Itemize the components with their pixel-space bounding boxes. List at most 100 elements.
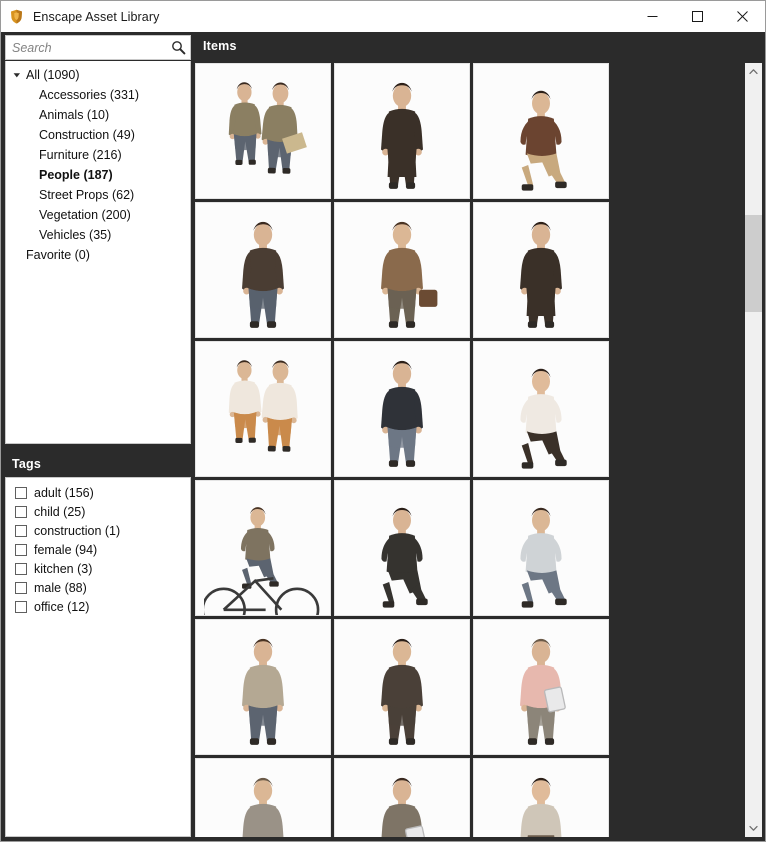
asset-thumbnail	[482, 358, 600, 476]
asset-cell[interactable]	[473, 480, 609, 616]
asset-cell[interactable]	[195, 619, 331, 755]
category-tree[interactable]: All (1090) Accessories (331) Animals (10) C…	[5, 61, 191, 444]
tag-row[interactable]: construction (1)	[6, 521, 190, 540]
tag-label: kitchen (3)	[34, 561, 93, 576]
chevron-down-icon[interactable]	[745, 820, 762, 837]
asset-cell[interactable]	[334, 619, 470, 755]
tags-list[interactable]: adult (156) child (25) construction (1) fem…	[5, 477, 191, 837]
tag-label: male (88)	[34, 580, 87, 595]
tree-item-label: Furniture (216)	[39, 148, 122, 162]
asset-cell[interactable]	[334, 758, 470, 837]
asset-cell[interactable]	[334, 63, 470, 199]
asset-cell[interactable]	[473, 63, 609, 199]
asset-thumbnail	[343, 497, 461, 615]
tree-item[interactable]: People (187)	[6, 165, 190, 185]
items-scrollbar[interactable]	[744, 63, 762, 837]
asset-cell[interactable]	[473, 758, 609, 837]
tag-row[interactable]: adult (156)	[6, 483, 190, 502]
asset-cell[interactable]	[473, 202, 609, 338]
asset-cell[interactable]	[195, 758, 331, 837]
scrollbar-thumb[interactable]	[745, 215, 762, 312]
tag-checkbox[interactable]	[15, 562, 27, 575]
asset-cell[interactable]	[195, 341, 331, 477]
asset-thumbnail	[482, 80, 600, 198]
shield-icon	[8, 8, 25, 25]
tag-checkbox[interactable]	[15, 505, 27, 518]
asset-thumbnail	[343, 358, 461, 476]
tree-item[interactable]: Construction (49)	[6, 125, 190, 145]
items-column: Items	[194, 32, 765, 841]
window-controls	[630, 1, 765, 32]
asset-thumbnail	[343, 775, 461, 837]
tag-label: construction (1)	[34, 523, 121, 538]
asset-cell[interactable]	[195, 63, 331, 199]
items-grid: Loading...	[194, 59, 744, 837]
tree-item[interactable]: Favorite (0)	[6, 245, 190, 265]
tree-item-label: Vehicles (35)	[39, 228, 112, 242]
tree-item-label: Construction (49)	[39, 128, 135, 142]
chevron-up-icon[interactable]	[745, 63, 762, 80]
asset-cell[interactable]	[334, 202, 470, 338]
tree-item[interactable]: Vegetation (200)	[6, 205, 190, 225]
asset-cell[interactable]	[334, 341, 470, 477]
tag-label: office (12)	[34, 599, 90, 614]
search-input[interactable]	[6, 36, 190, 59]
asset-cell[interactable]	[195, 480, 331, 616]
asset-thumbnail	[343, 636, 461, 754]
tag-row[interactable]: kitchen (3)	[6, 559, 190, 578]
tree-item[interactable]: Animals (10)	[6, 105, 190, 125]
asset-library-window: Enscape Asset Library Search All (1090) …	[0, 0, 766, 842]
tree-expand-arrow-icon[interactable]	[10, 68, 24, 82]
tag-checkbox[interactable]	[15, 581, 27, 594]
tag-label: female (94)	[34, 542, 98, 557]
asset-thumbnail	[482, 775, 600, 837]
tree-arrow-placeholder	[10, 248, 24, 262]
items-grid-viewport: Loading...	[194, 59, 744, 837]
tree-item[interactable]: All (1090)	[6, 65, 190, 85]
tag-checkbox[interactable]	[15, 486, 27, 499]
tags-header-label: Tags	[12, 457, 42, 471]
tree-item-label: People (187)	[39, 168, 113, 182]
asset-thumbnail	[204, 636, 322, 754]
asset-thumbnail	[482, 219, 600, 337]
tag-row[interactable]: office (12)	[6, 597, 190, 616]
tags-header: Tags	[2, 451, 194, 477]
window-title: Enscape Asset Library	[33, 9, 160, 24]
tree-item[interactable]: Vehicles (35)	[6, 225, 190, 245]
tag-label: adult (156)	[34, 485, 94, 500]
asset-thumbnail	[343, 80, 461, 198]
title-bar: Enscape Asset Library	[1, 1, 765, 32]
tree-item-label: Street Props (62)	[39, 188, 135, 202]
items-header-label: Items	[203, 38, 237, 53]
tag-checkbox[interactable]	[15, 543, 27, 556]
asset-cell[interactable]	[473, 619, 609, 755]
asset-thumbnail	[204, 358, 322, 476]
search-icon[interactable]	[170, 40, 186, 56]
close-button[interactable]	[720, 1, 765, 32]
tag-row[interactable]: female (94)	[6, 540, 190, 559]
tag-checkbox[interactable]	[15, 524, 27, 537]
minimize-button[interactable]	[630, 1, 675, 32]
tag-label: child (25)	[34, 504, 86, 519]
tag-checkbox[interactable]	[15, 600, 27, 613]
asset-thumbnail	[204, 775, 322, 837]
asset-cell[interactable]	[334, 480, 470, 616]
tree-item[interactable]: Street Props (62)	[6, 185, 190, 205]
tag-row[interactable]: child (25)	[6, 502, 190, 521]
tree-item[interactable]: Furniture (216)	[6, 145, 190, 165]
asset-thumbnail	[343, 219, 461, 337]
asset-cell[interactable]	[195, 202, 331, 338]
tag-row[interactable]: male (88)	[6, 578, 190, 597]
items-area: Loading...	[194, 59, 765, 841]
window-body: All (1090) Accessories (331) Animals (10) C…	[1, 32, 765, 841]
scrollbar-track[interactable]	[745, 80, 762, 820]
asset-thumbnail	[204, 497, 322, 615]
asset-thumbnail	[204, 219, 322, 337]
search-box[interactable]	[5, 35, 191, 60]
items-header: Items	[194, 32, 765, 59]
asset-cell[interactable]	[473, 341, 609, 477]
asset-thumbnail	[482, 497, 600, 615]
maximize-button[interactable]	[675, 1, 720, 32]
tree-item[interactable]: Accessories (331)	[6, 85, 190, 105]
tree-item-label: Vegetation (200)	[39, 208, 131, 222]
